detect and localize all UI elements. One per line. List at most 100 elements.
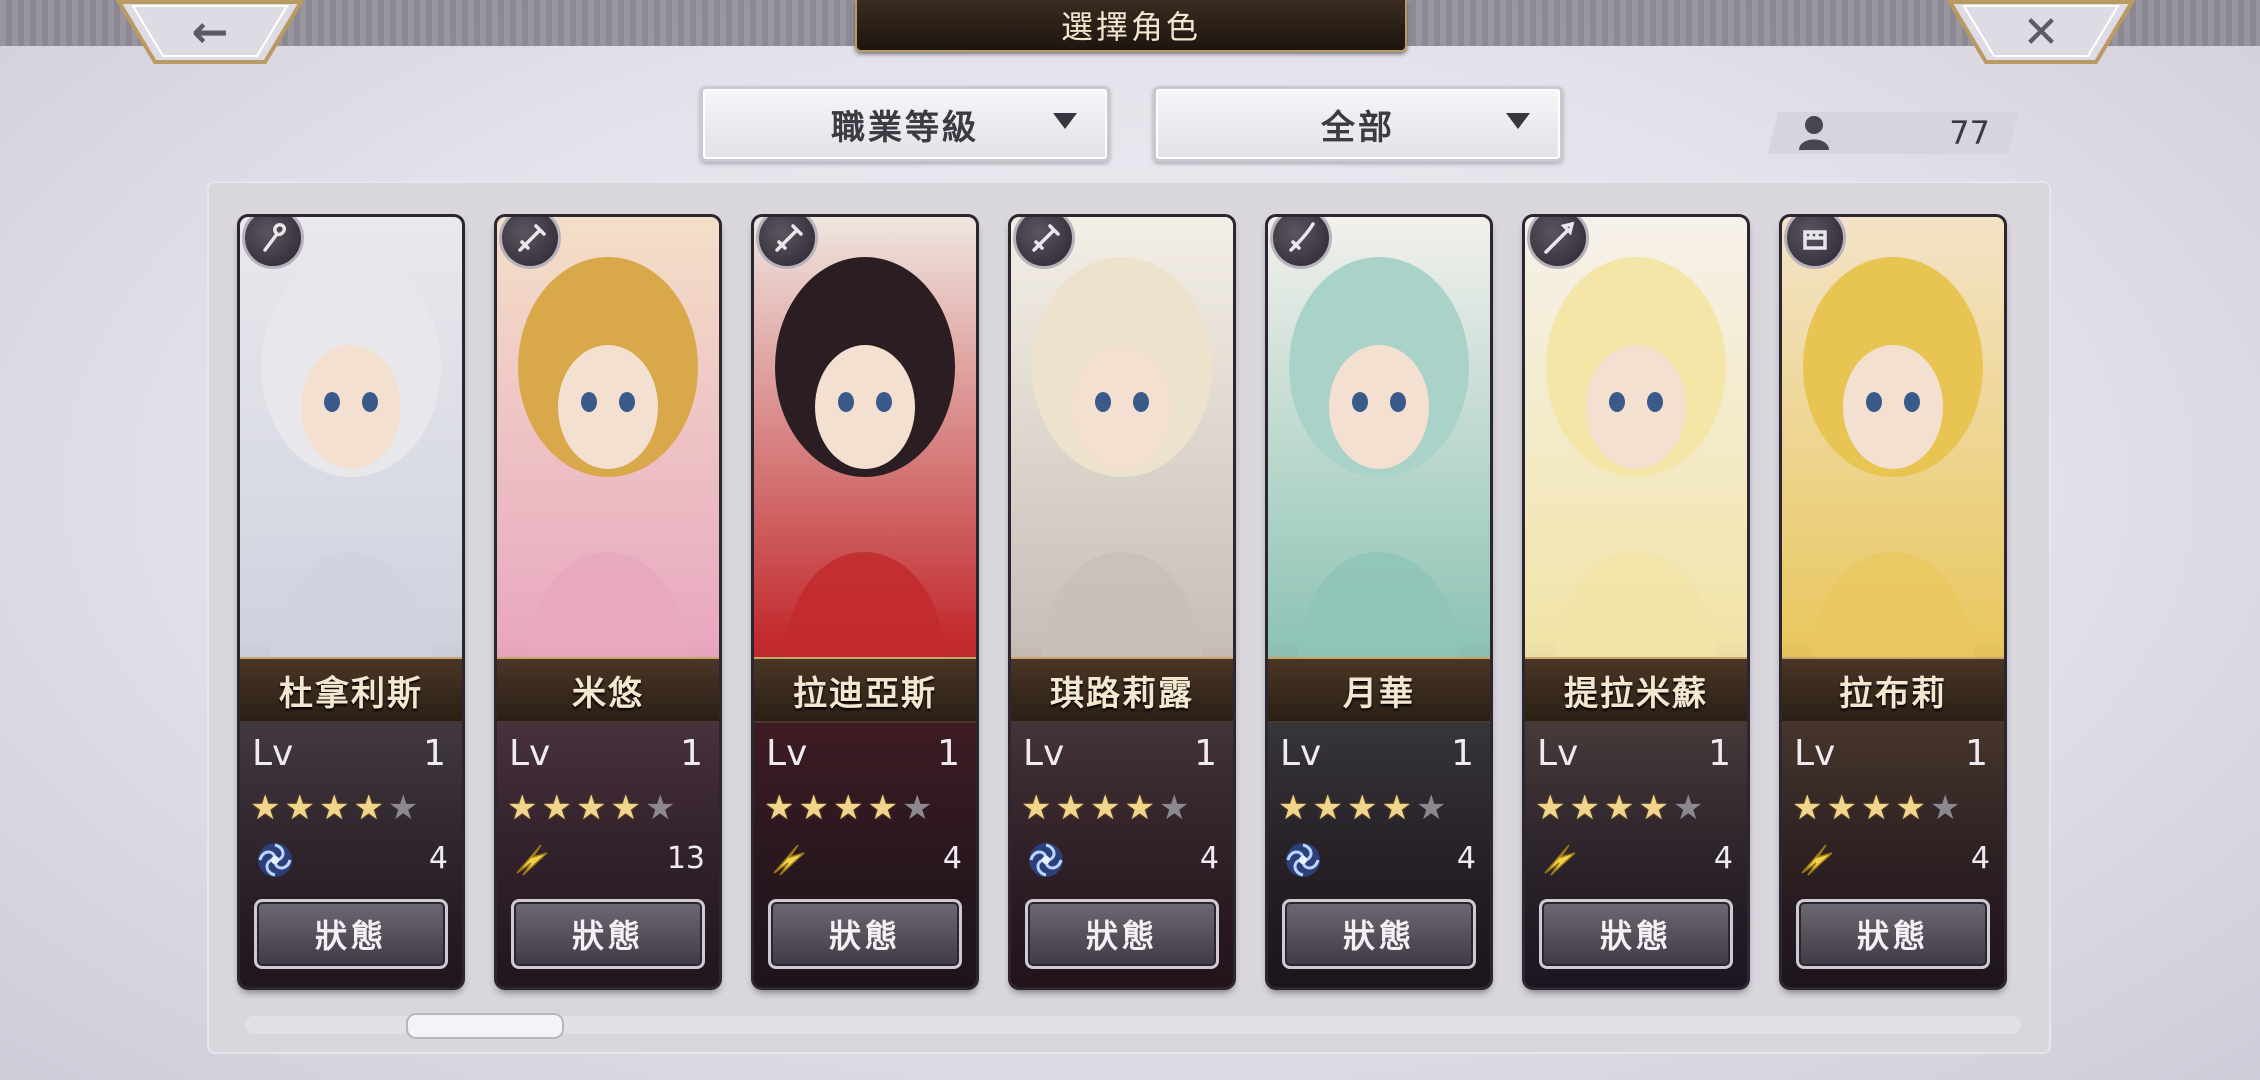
level-value: 1	[423, 733, 446, 774]
close-icon: ✕	[2022, 6, 2060, 58]
star-filled-icon: ★	[1860, 788, 1892, 828]
status-button[interactable]: 狀態	[1025, 899, 1219, 969]
star-rating: ★ ★ ★ ★ ★	[1278, 791, 1446, 825]
star-filled-icon: ★	[507, 788, 538, 828]
character-card-6[interactable]: 提拉米蘇 Lv 1 ★ ★ ★ ★ ★ 4 狀態	[1525, 217, 1747, 987]
character-info: Lv 1 ★ ★ ★ ★ ★ 4 狀態	[1525, 721, 1747, 987]
star-empty-icon: ★	[1158, 788, 1190, 828]
level-label: Lv	[1794, 733, 1836, 774]
star-filled-icon: ★	[1124, 788, 1155, 828]
star-filled-icon: ★	[867, 788, 898, 828]
class-level-sort-label: 職業等級	[831, 107, 979, 148]
character-info: Lv 1 ★ ★ ★ ★ ★ 4 狀態	[754, 721, 976, 987]
star-rating: ★ ★ ★ ★ ★	[1792, 791, 1960, 825]
back-arrow-icon: ←	[191, 6, 229, 58]
level-label: Lv	[1023, 733, 1065, 774]
star-filled-icon: ★	[1089, 788, 1121, 828]
star-filled-icon: ★	[284, 788, 315, 828]
close-button[interactable]: ✕	[1946, 0, 2136, 64]
category-filter-dropdown[interactable]: 全部	[1153, 86, 1563, 162]
wind-element-icon	[1029, 843, 1063, 877]
level-label: Lv	[252, 733, 294, 774]
star-empty-icon: ★	[1929, 788, 1961, 828]
character-name: 月華	[1268, 657, 1490, 723]
star-filled-icon: ★	[353, 788, 384, 828]
element-count: 4	[1199, 841, 1219, 876]
star-filled-icon: ★	[798, 788, 829, 828]
level-label: Lv	[1537, 733, 1579, 774]
element-count: 4	[1456, 841, 1476, 876]
wind-element-icon	[1286, 843, 1320, 877]
character-name: 琪路莉露	[1011, 657, 1233, 723]
lightning-element-icon	[1801, 844, 1833, 876]
star-rating: ★ ★ ★ ★ ★	[507, 791, 675, 825]
character-card-list: 杜拿利斯 Lv 1 ★ ★ ★ ★ ★ 4 狀態 米悠 Lv 1 ★ ★ ★ ★ ★ 13 狀態…	[240, 217, 2020, 993]
level-value: 1	[680, 733, 703, 774]
star-filled-icon: ★	[1312, 788, 1343, 828]
character-card-3[interactable]: 拉迪亞斯 Lv 1 ★ ★ ★ ★ ★ 4 狀態	[754, 217, 976, 987]
character-card-2[interactable]: 米悠 Lv 1 ★ ★ ★ ★ ★ 13 狀態	[497, 217, 719, 987]
character-name: 杜拿利斯	[240, 657, 462, 723]
star-empty-icon: ★	[901, 788, 933, 828]
level-value: 1	[1708, 733, 1731, 774]
star-rating: ★ ★ ★ ★ ★	[250, 791, 418, 825]
lightning-element-icon	[1544, 844, 1576, 876]
star-filled-icon: ★	[1535, 788, 1566, 828]
star-filled-icon: ★	[1055, 788, 1086, 828]
star-filled-icon: ★	[1638, 788, 1669, 828]
character-name: 提拉米蘇	[1525, 657, 1747, 723]
star-filled-icon: ★	[1792, 788, 1823, 828]
character-info: Lv 1 ★ ★ ★ ★ ★ 4 狀態	[1782, 721, 2004, 987]
level-label: Lv	[509, 733, 551, 774]
level-label: Lv	[1280, 733, 1322, 774]
star-filled-icon: ★	[1346, 788, 1378, 828]
category-filter-label: 全部	[1321, 107, 1395, 148]
class-level-sort-dropdown[interactable]: 職業等級	[700, 86, 1110, 162]
star-filled-icon: ★	[250, 788, 281, 828]
character-card-5[interactable]: 月華 Lv 1 ★ ★ ★ ★ ★ 4 狀態	[1268, 217, 1490, 987]
character-card-4[interactable]: 琪路莉露 Lv 1 ★ ★ ★ ★ ★ 4 狀態	[1011, 217, 1233, 987]
star-filled-icon: ★	[832, 788, 864, 828]
status-button[interactable]: 狀態	[511, 899, 705, 969]
character-card-7[interactable]: 拉布莉 Lv 1 ★ ★ ★ ★ ★ 4 狀態	[1782, 217, 2004, 987]
status-button[interactable]: 狀態	[1282, 899, 1476, 969]
status-button[interactable]: 狀態	[1796, 899, 1990, 969]
character-info: Lv 1 ★ ★ ★ ★ ★ 4 狀態	[240, 721, 462, 987]
element-count: 4	[428, 841, 448, 876]
element-count: 4	[942, 841, 962, 876]
star-filled-icon: ★	[575, 788, 607, 828]
character-name: 拉布莉	[1782, 657, 2004, 723]
star-filled-icon: ★	[764, 788, 795, 828]
status-button[interactable]: 狀態	[1539, 899, 1733, 969]
level-label: Lv	[766, 733, 808, 774]
page-title: 選擇角色	[855, 0, 1407, 52]
wind-element-icon	[258, 843, 292, 877]
roster-count: 77	[1949, 114, 1990, 152]
lightning-element-icon	[773, 844, 805, 876]
chevron-down-icon	[1506, 113, 1530, 129]
scrollbar-thumb[interactable]	[406, 1013, 564, 1039]
character-info: Lv 1 ★ ★ ★ ★ ★ 4 狀態	[1011, 721, 1233, 987]
character-info: Lv 1 ★ ★ ★ ★ ★ 4 狀態	[1268, 721, 1490, 987]
status-button[interactable]: 狀態	[768, 899, 962, 969]
star-filled-icon: ★	[1603, 788, 1635, 828]
star-filled-icon: ★	[1021, 788, 1052, 828]
level-value: 1	[937, 733, 960, 774]
element-count: 4	[1970, 841, 1990, 876]
character-card-1[interactable]: 杜拿利斯 Lv 1 ★ ★ ★ ★ ★ 4 狀態	[240, 217, 462, 987]
star-empty-icon: ★	[644, 788, 676, 828]
star-filled-icon: ★	[1569, 788, 1600, 828]
star-rating: ★ ★ ★ ★ ★	[1535, 791, 1703, 825]
status-button[interactable]: 狀態	[254, 899, 448, 969]
star-filled-icon: ★	[541, 788, 572, 828]
star-filled-icon: ★	[1381, 788, 1412, 828]
star-rating: ★ ★ ★ ★ ★	[764, 791, 932, 825]
star-filled-icon: ★	[610, 788, 641, 828]
element-count: 4	[1713, 841, 1733, 876]
star-rating: ★ ★ ★ ★ ★	[1021, 791, 1189, 825]
chevron-down-icon	[1053, 113, 1077, 129]
back-button[interactable]: ←	[115, 0, 305, 64]
star-filled-icon: ★	[318, 788, 350, 828]
character-name: 米悠	[497, 657, 719, 723]
star-filled-icon: ★	[1895, 788, 1926, 828]
